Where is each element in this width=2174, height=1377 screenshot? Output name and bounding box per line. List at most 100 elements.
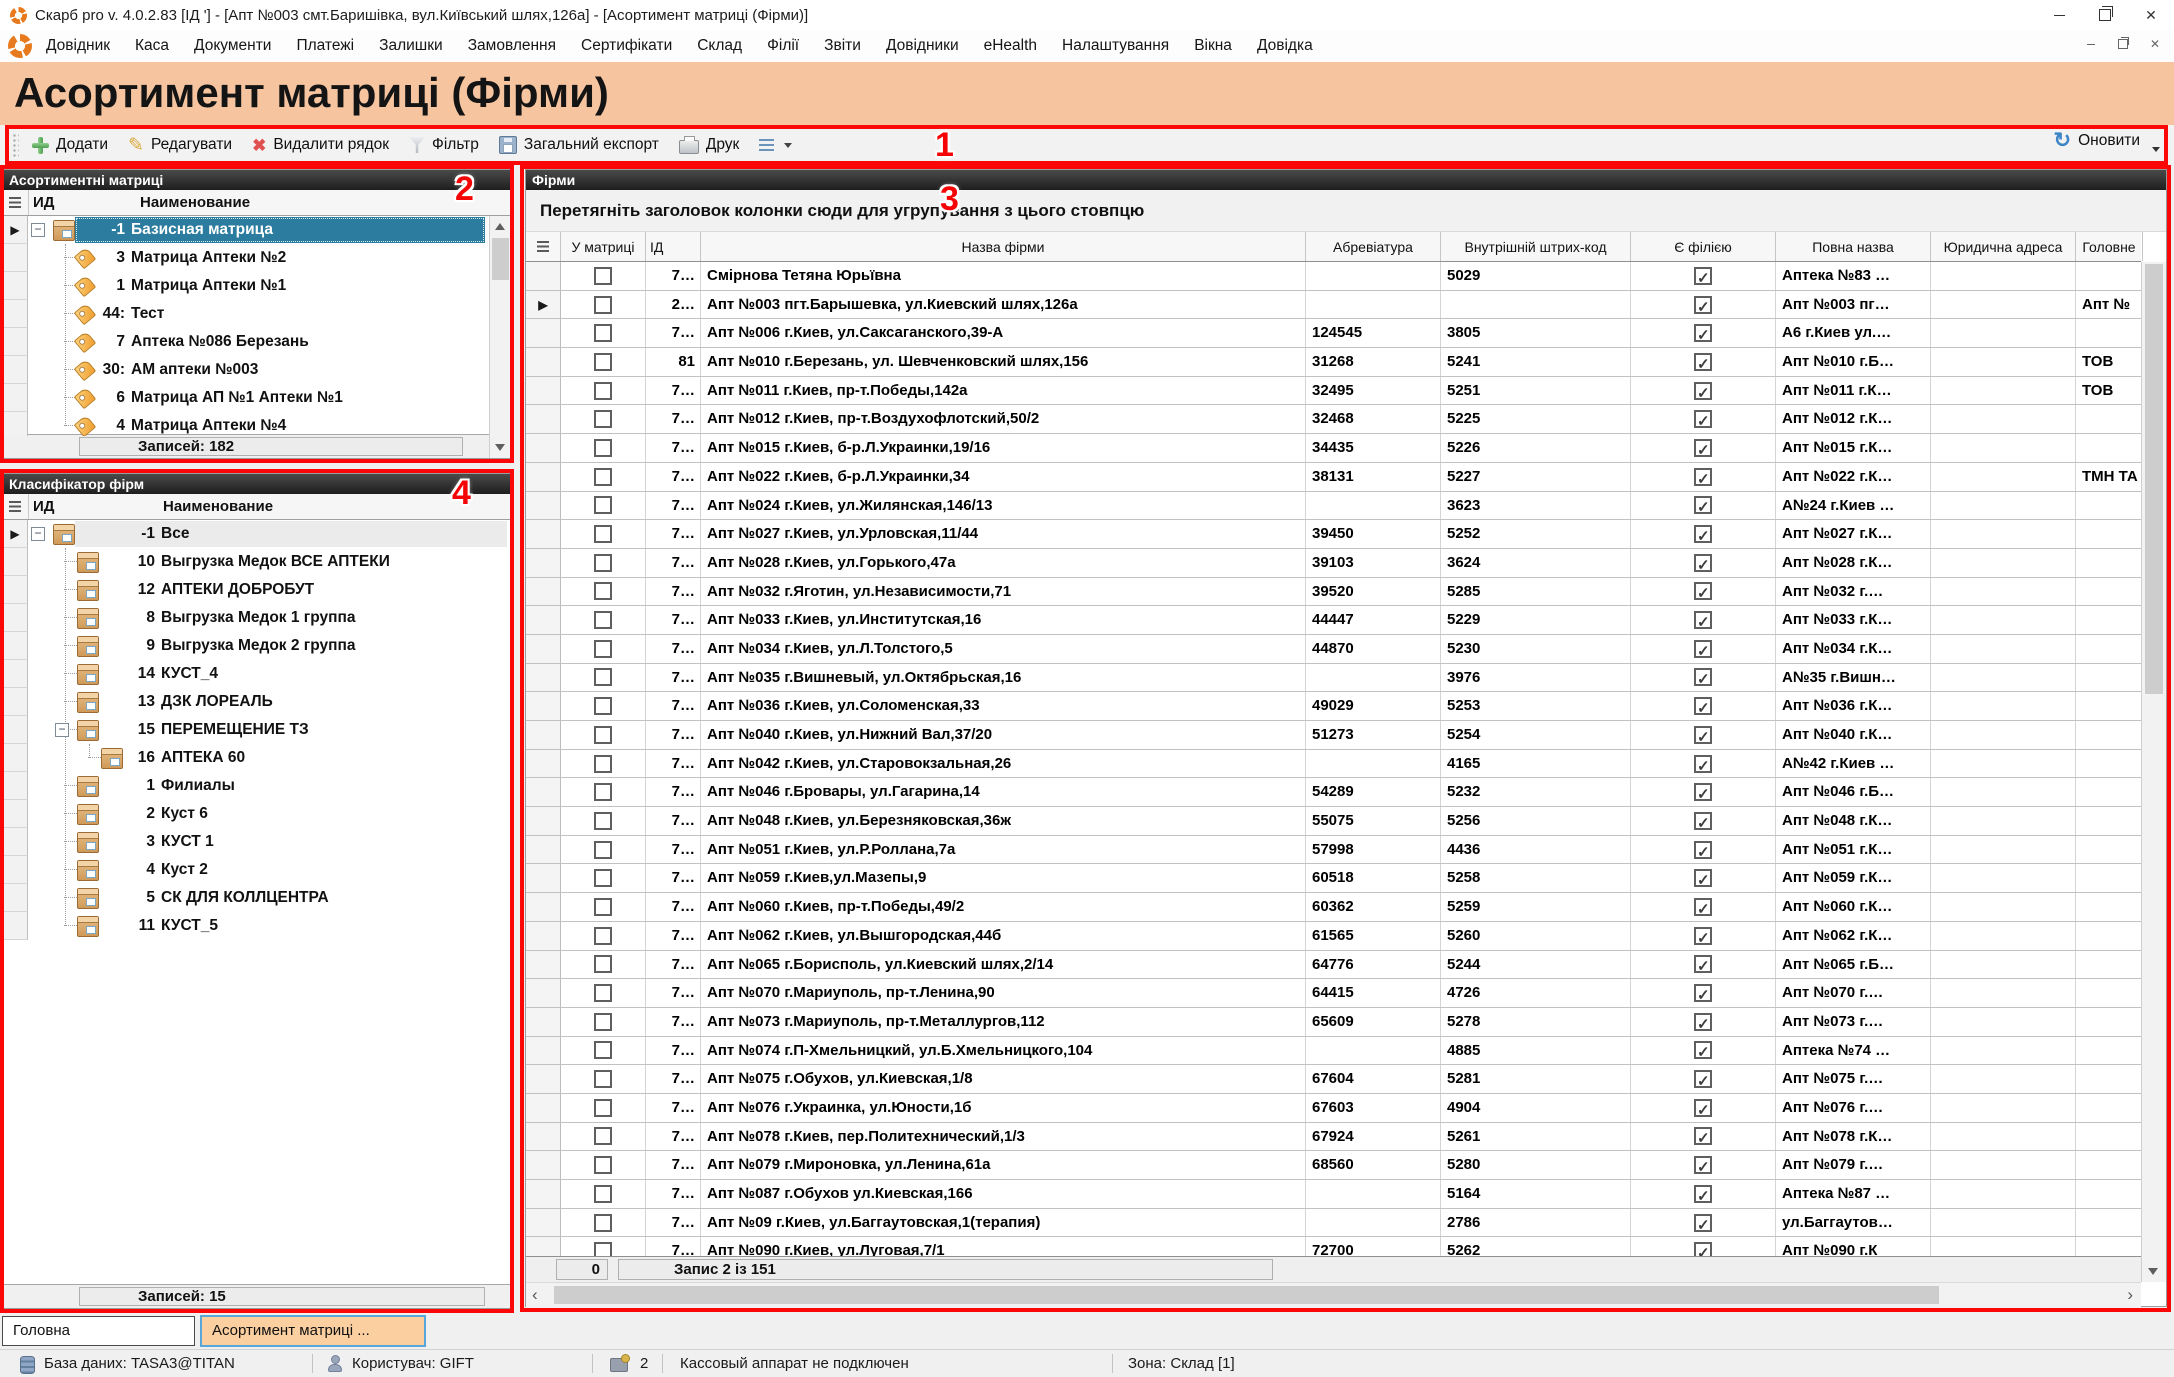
- branch-checkbox[interactable]: [1694, 640, 1712, 658]
- menu-item-14[interactable]: Вікна: [1194, 37, 1232, 55]
- branch-checkbox[interactable]: [1694, 927, 1712, 945]
- in-matrix-checkbox[interactable]: [594, 697, 612, 715]
- menu-item-10[interactable]: Звіти: [824, 37, 861, 55]
- menu-item-6[interactable]: Замовлення: [468, 37, 556, 55]
- tree-row-4[interactable]: 4Матрица Аптеки №4: [3, 412, 489, 436]
- column-header-9[interactable]: Головне: [2076, 232, 2143, 261]
- branch-checkbox[interactable]: [1694, 1041, 1712, 1059]
- restore-button[interactable]: [2082, 0, 2128, 30]
- firm-row[interactable]: 7…Апт №028 г.Киев, ул.Горького,47а391033…: [526, 549, 2141, 578]
- tree-row-5[interactable]: 5СК ДЛЯ КОЛЛЦЕНТРА: [3, 884, 511, 912]
- column-header-5[interactable]: Внутрішній штрих-код: [1441, 232, 1631, 261]
- branch-checkbox[interactable]: [1694, 1156, 1712, 1174]
- in-matrix-checkbox[interactable]: [594, 984, 612, 1002]
- branch-checkbox[interactable]: [1694, 324, 1712, 342]
- column-header-4[interactable]: Абревіатура: [1306, 232, 1441, 261]
- matrices-scrollbar[interactable]: [489, 216, 511, 458]
- branch-checkbox[interactable]: [1694, 898, 1712, 916]
- firm-row[interactable]: 7…Апт №027 г.Киев, ул.Урловская,11/44394…: [526, 520, 2141, 549]
- toolbar-print-button[interactable]: Друк: [674, 133, 744, 157]
- grid-menu-icon[interactable]: [537, 241, 549, 252]
- in-matrix-checkbox[interactable]: [594, 755, 612, 773]
- in-matrix-checkbox[interactable]: [594, 668, 612, 686]
- mdi-minimize-button[interactable]: [2080, 34, 2102, 54]
- tree-row-6[interactable]: 6Матрица АП №1 Аптеки №1: [3, 384, 489, 412]
- branch-checkbox[interactable]: [1694, 726, 1712, 744]
- toolbar-funnel-button[interactable]: Фільтр: [404, 133, 484, 157]
- branch-checkbox[interactable]: [1694, 496, 1712, 514]
- in-matrix-checkbox[interactable]: [594, 869, 612, 887]
- mdi-close-button[interactable]: ✕: [2144, 34, 2166, 54]
- firm-row[interactable]: 7…Апт №090 г.Киев, ул.Луговая,7/17270052…: [526, 1237, 2141, 1256]
- in-matrix-checkbox[interactable]: [594, 898, 612, 916]
- firm-row[interactable]: 7…Апт №035 г.Вишневый, ул.Октябрьская,16…: [526, 664, 2141, 693]
- branch-checkbox[interactable]: [1694, 582, 1712, 600]
- column-header-8[interactable]: Юридична адреса: [1931, 232, 2076, 261]
- toolbar-pencil-button[interactable]: Редагувати: [123, 133, 237, 157]
- scroll-right-icon[interactable]: ›: [2127, 1285, 2133, 1305]
- scroll-left-icon[interactable]: ‹: [532, 1285, 538, 1305]
- firm-row[interactable]: 7…Смірнова Тетяна Юрьївна5029Аптека №83 …: [526, 262, 2141, 291]
- in-matrix-checkbox[interactable]: [594, 554, 612, 572]
- menu-item-11[interactable]: Довідники: [886, 37, 959, 55]
- tree-row-15[interactable]: −15ПЕРЕМЕЩЕНИЕ ТЗ: [3, 716, 511, 744]
- firm-row[interactable]: ▶2…Апт №003 пгт.Барышевка, ул.Киевский ш…: [526, 291, 2141, 320]
- matrices-column-headers[interactable]: ИД Наименование: [3, 190, 511, 216]
- tree-row-1[interactable]: 1Филиалы: [3, 772, 511, 800]
- branch-checkbox[interactable]: [1694, 668, 1712, 686]
- tree-row-4[interactable]: 4Куст 2: [3, 856, 511, 884]
- firm-row[interactable]: 7…Апт №046 г.Бровары, ул.Гагарина,145428…: [526, 778, 2141, 807]
- firm-row[interactable]: 7…Апт №011 г.Киев, пр-т.Победы,142а32495…: [526, 377, 2141, 406]
- branch-checkbox[interactable]: [1694, 1013, 1712, 1031]
- toolbar-plus-button[interactable]: Додати: [27, 133, 113, 157]
- toolbar-view-menu-button[interactable]: [754, 136, 797, 154]
- branch-checkbox[interactable]: [1694, 267, 1712, 285]
- in-matrix-checkbox[interactable]: [594, 267, 612, 285]
- tree-row-8[interactable]: 8Выгрузка Медок 1 группа: [3, 604, 511, 632]
- column-header-6[interactable]: Є філією: [1631, 232, 1776, 261]
- in-matrix-checkbox[interactable]: [594, 1127, 612, 1145]
- firm-row[interactable]: 7…Апт №073 г.Мариуполь, пр-т.Металлургов…: [526, 1008, 2141, 1037]
- tree-row-3[interactable]: 3КУСТ 1: [3, 828, 511, 856]
- in-matrix-checkbox[interactable]: [594, 1214, 612, 1232]
- branch-checkbox[interactable]: [1694, 1214, 1712, 1232]
- column-header-7[interactable]: Повна назва: [1776, 232, 1931, 261]
- firm-row[interactable]: 7…Апт №015 г.Киев, б-р.Л.Украинки,19/163…: [526, 434, 2141, 463]
- grid-menu-icon[interactable]: [9, 501, 21, 512]
- grid-menu-icon[interactable]: [9, 197, 21, 208]
- tree-row-11[interactable]: 11КУСТ_5: [3, 912, 511, 940]
- tab-home[interactable]: Головна: [2, 1316, 195, 1346]
- tree-row-44:[interactable]: 44:Тест: [3, 300, 489, 328]
- firm-row[interactable]: 7…Апт №070 г.Мариуполь, пр-т.Ленина,9064…: [526, 979, 2141, 1008]
- firm-row[interactable]: 7…Апт №076 г.Украинка, ул.Юности,1б67603…: [526, 1094, 2141, 1123]
- tree-row-13[interactable]: 13ДЗК ЛОРЕАЛЬ: [3, 688, 511, 716]
- group-by-hint[interactable]: Перетягніть заголовок колонки сюди для у…: [526, 190, 2166, 232]
- in-matrix-checkbox[interactable]: [594, 726, 612, 744]
- in-matrix-checkbox[interactable]: [594, 611, 612, 629]
- branch-checkbox[interactable]: [1694, 353, 1712, 371]
- firm-row[interactable]: 7…Апт №062 г.Киев, ул.Вышгородская,44б61…: [526, 922, 2141, 951]
- branch-checkbox[interactable]: [1694, 697, 1712, 715]
- firm-row[interactable]: 7…Апт №09 г.Киев, ул.Баггаутовская,1(тер…: [526, 1209, 2141, 1238]
- branch-checkbox[interactable]: [1694, 382, 1712, 400]
- mdi-restore-button[interactable]: [2112, 34, 2134, 54]
- firm-row[interactable]: 7…Апт №034 г.Киев, ул.Л.Толстого,5448705…: [526, 635, 2141, 664]
- tree-row-12[interactable]: 12АПТЕКИ ДОБРОБУТ: [3, 576, 511, 604]
- tree-row-14[interactable]: 14КУСТ_4: [3, 660, 511, 688]
- column-header-name[interactable]: Наименование: [140, 190, 250, 215]
- scroll-down-icon[interactable]: [2148, 1268, 2158, 1275]
- branch-checkbox[interactable]: [1694, 296, 1712, 314]
- firm-row[interactable]: 7…Апт №024 г.Киев, ул.Жилянская,146/1336…: [526, 492, 2141, 521]
- scroll-up-icon[interactable]: [495, 223, 505, 230]
- in-matrix-checkbox[interactable]: [594, 496, 612, 514]
- in-matrix-checkbox[interactable]: [594, 841, 612, 859]
- firm-row[interactable]: 7…Апт №033 г.Киев, ул.Институтская,16444…: [526, 606, 2141, 635]
- tree-row-1[interactable]: 1Матрица Аптеки №1: [3, 272, 489, 300]
- firm-row[interactable]: 7…Апт №059 г.Киев,ул.Мазепы,9605185258Ап…: [526, 864, 2141, 893]
- menu-item-4[interactable]: Платежі: [296, 37, 354, 55]
- column-header-id[interactable]: ИД: [33, 190, 54, 215]
- chevron-down-icon[interactable]: [2152, 147, 2160, 152]
- tree-row-16[interactable]: 16АПТЕКА 60: [3, 744, 511, 772]
- firm-row[interactable]: 7…Апт №042 г.Киев, ул.Старовокзальная,26…: [526, 750, 2141, 779]
- column-header-name[interactable]: Наименование: [163, 494, 273, 519]
